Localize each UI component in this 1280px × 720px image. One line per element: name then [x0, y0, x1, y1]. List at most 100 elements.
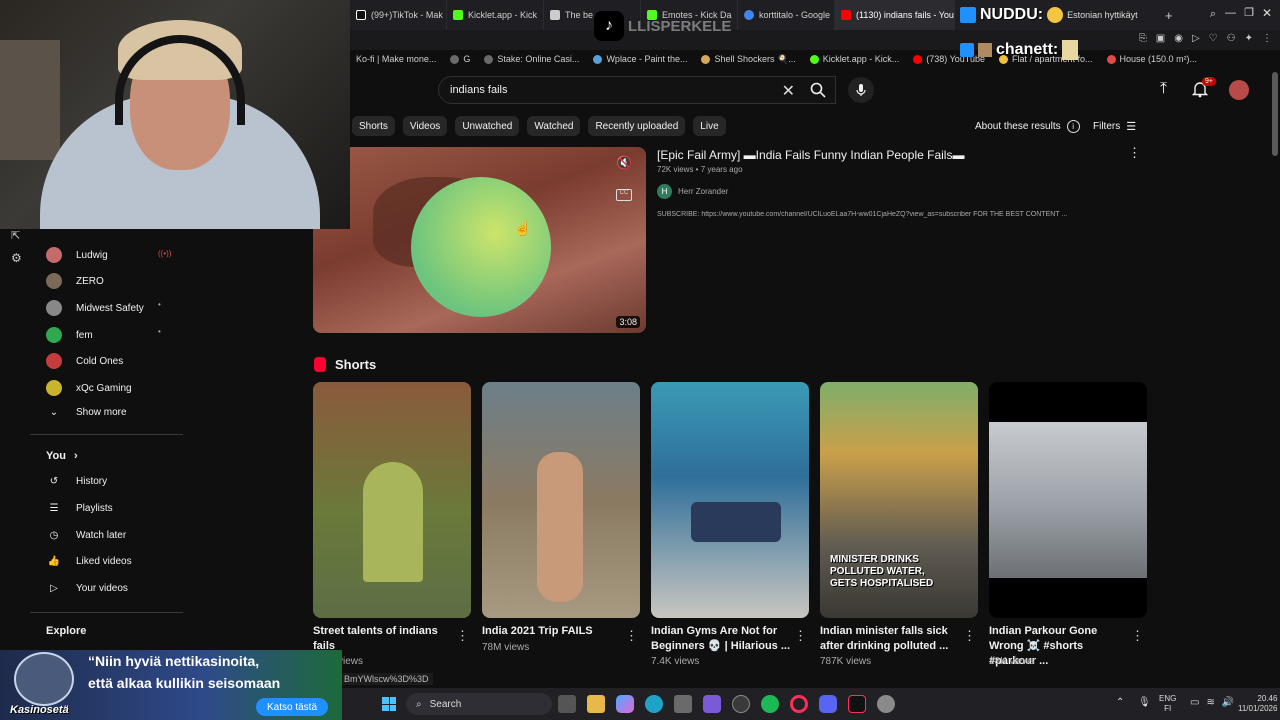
account-avatar[interactable] [1229, 80, 1249, 100]
chip-live[interactable]: Live [693, 116, 726, 136]
browser-tab[interactable]: Kicklet.app - Kick [447, 0, 544, 30]
gear-icon[interactable]: ⚙ [11, 251, 22, 265]
close-window-button[interactable]: ✕ [1262, 6, 1272, 20]
mute-icon[interactable]: 🔇 [616, 155, 632, 171]
chip-videos[interactable]: Videos [402, 116, 448, 136]
bookmark[interactable]: Kicklet.app - Kick... [809, 54, 899, 64]
bookmark[interactable]: Wplace - Paint the... [593, 54, 687, 64]
more-actions-icon[interactable]: ⋮ [1128, 145, 1141, 161]
sidebar-item-xqc-gaming[interactable]: xQc Gaming [46, 380, 132, 396]
clock[interactable]: 20.46 11/01/2026 [1238, 694, 1277, 714]
status-url: BmYWlscw%3D%3D [340, 673, 433, 685]
short-thumbnail[interactable] [313, 382, 471, 618]
microphone-tray-icon[interactable]: 🎙 [1138, 697, 1151, 708]
short-thumbnail[interactable] [651, 382, 809, 618]
chip-shorts[interactable]: Shorts [352, 116, 395, 136]
volume-icon[interactable]: 🔊 [1222, 697, 1234, 708]
short-thumbnail[interactable] [989, 382, 1147, 618]
sidebar-item-your-videos[interactable]: ▷ Your videos [46, 583, 128, 594]
captions-icon[interactable]: CC [616, 189, 632, 201]
profile-icon[interactable]: ⚇ [1227, 33, 1236, 44]
more-actions-icon[interactable]: ⋮ [1131, 628, 1144, 644]
kick-badge-icon [960, 7, 976, 23]
new-tab-button[interactable]: + [1165, 8, 1173, 23]
chip-recently-uploaded[interactable]: Recently uploaded [588, 116, 686, 136]
more-actions-icon[interactable]: ⋮ [963, 628, 976, 644]
mouse-cursor-icon: ☝ [514, 220, 532, 236]
app-icon[interactable] [703, 695, 721, 713]
short-title[interactable]: Indian Gyms Are Not for Beginners 💀 | Hi… [651, 624, 791, 654]
minimize-button[interactable]: — [1225, 7, 1236, 19]
clear-search-icon[interactable]: ✕ [782, 81, 795, 101]
spotify-icon[interactable] [761, 695, 779, 713]
you-section-header[interactable]: You › [46, 450, 78, 462]
voice-search-button[interactable] [848, 77, 874, 103]
video-channel[interactable]: H Herr Zorander [657, 184, 728, 199]
ai-icon[interactable]: ✦ [1245, 33, 1253, 44]
mini-rail-icon[interactable]: ⇱ [11, 229, 20, 242]
thumbnail-image [989, 422, 1147, 578]
extension-icon[interactable]: ▷ [1192, 33, 1200, 44]
scrollbar[interactable] [1272, 72, 1278, 156]
short-thumbnail[interactable]: MINISTER DRINKS POLLUTED WATER, GETS HOS… [820, 382, 978, 618]
bookmark[interactable]: Shell Shockers 🍳... [701, 54, 796, 65]
short-title[interactable]: Indian minister falls sick after drinkin… [820, 624, 960, 654]
browser-tab-active[interactable]: (1130) indians fails - You [835, 0, 955, 30]
wifi-icon[interactable]: ≋ [1206, 697, 1214, 708]
copilot-icon[interactable] [616, 695, 634, 713]
sidebar-item-midwest-safety[interactable]: Midwest Safety [46, 300, 144, 316]
extension-icon[interactable]: ◉ [1174, 33, 1183, 44]
sidebar-item-liked-videos[interactable]: 👍 Liked videos [46, 556, 132, 567]
notifications-button[interactable]: 9+ [1191, 77, 1216, 103]
sidebar-item-zero[interactable]: ZERO [46, 273, 104, 289]
tiktok-icon[interactable] [848, 695, 866, 713]
sidebar-item-cold-ones[interactable]: Cold Ones [46, 353, 123, 369]
search-input[interactable]: indians fails ✕ [438, 76, 836, 104]
heart-icon[interactable]: ♡ [1209, 33, 1218, 44]
sidebar-item-history[interactable]: ↺ History [46, 476, 107, 487]
bookmark[interactable]: Ko-fi | Make mone... [356, 54, 436, 64]
show-more-button[interactable]: ⌄ Show more [46, 407, 127, 418]
edge-icon[interactable] [645, 695, 663, 713]
chip-watched[interactable]: Watched [527, 116, 581, 136]
more-actions-icon[interactable]: ⋮ [456, 628, 469, 644]
app-icon[interactable] [732, 695, 750, 713]
short-views: 787K views [820, 656, 872, 667]
search-button[interactable] [800, 76, 836, 104]
bookmark[interactable]: G [450, 54, 470, 64]
video-title[interactable]: [Epic Fail Army] ▬India Fails Funny Indi… [657, 148, 964, 162]
chip-unwatched[interactable]: Unwatched [455, 116, 520, 136]
display-icon[interactable]: ▭ [1190, 697, 1199, 708]
settings-icon[interactable] [877, 695, 895, 713]
browser-tab[interactable]: (99+)TikTok - Mak [350, 0, 447, 30]
channel-watermark: LLISPERKELE [628, 17, 732, 35]
upload-icon[interactable]: ⤒ [1160, 80, 1167, 98]
taskbar-search[interactable]: ⌕ Search [406, 693, 552, 715]
sidebar-item-fem[interactable]: fem [46, 327, 93, 343]
opera-gx-icon[interactable] [790, 695, 808, 713]
more-actions-icon[interactable]: ⋮ [794, 628, 807, 644]
about-results-link[interactable]: About these results i [975, 120, 1080, 133]
ad-cta-button[interactable]: Katso tästä [256, 698, 328, 716]
windows-start-icon[interactable] [382, 697, 396, 711]
file-explorer-icon[interactable] [587, 695, 605, 713]
sidebar-item-playlists[interactable]: ☰ Playlists [46, 503, 113, 514]
store-icon[interactable] [674, 695, 692, 713]
bookmark[interactable]: Stake: Online Casi... [484, 54, 579, 64]
video-thumbnail[interactable]: 🔇 CC 3:08 [313, 147, 646, 333]
menu-icon[interactable]: ⋮ [1262, 33, 1272, 44]
sidebar-item-watch-later[interactable]: ◷ Watch later [46, 530, 127, 541]
short-title[interactable]: India 2021 Trip FAILS [482, 624, 622, 639]
search-tabs-icon[interactable]: ⌕ [1210, 8, 1216, 21]
explore-header: Explore [46, 625, 87, 637]
maximize-button[interactable]: ❐ [1244, 6, 1254, 19]
tray-chevron-icon[interactable]: ⌃ [1116, 697, 1124, 708]
sidebar-item-ludwig[interactable]: Ludwig [46, 247, 108, 263]
task-view-icon[interactable] [558, 695, 576, 713]
filters-button[interactable]: Filters ☰ [1093, 120, 1136, 133]
discord-icon[interactable] [819, 695, 837, 713]
language-indicator[interactable]: ENG FI [1159, 694, 1176, 714]
chat-message: chanett: [960, 40, 1079, 60]
short-thumbnail[interactable] [482, 382, 640, 618]
more-actions-icon[interactable]: ⋮ [625, 628, 638, 644]
